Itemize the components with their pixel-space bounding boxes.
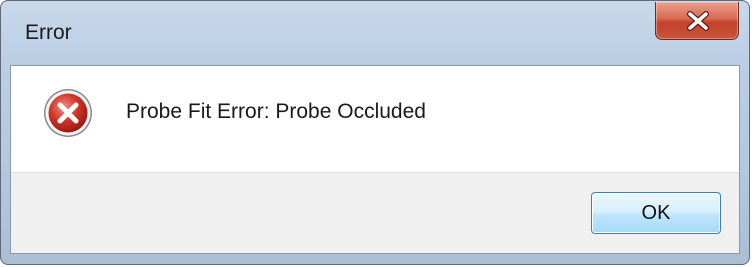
- close-button[interactable]: [655, 2, 739, 40]
- ok-button[interactable]: OK: [591, 192, 721, 234]
- error-dialog-window: Error Probe Fit Error: Probe Occluded OK: [0, 0, 750, 265]
- title-bar: Error: [1, 1, 749, 65]
- error-icon: [44, 89, 92, 137]
- error-message: Probe Fit Error: Probe Occluded: [126, 100, 426, 123]
- message-area: Probe Fit Error: Probe Occluded: [11, 66, 739, 173]
- dialog-client-area: Probe Fit Error: Probe Occluded OK: [10, 65, 740, 254]
- window-title: Error: [25, 21, 72, 44]
- close-x-icon: [687, 11, 709, 31]
